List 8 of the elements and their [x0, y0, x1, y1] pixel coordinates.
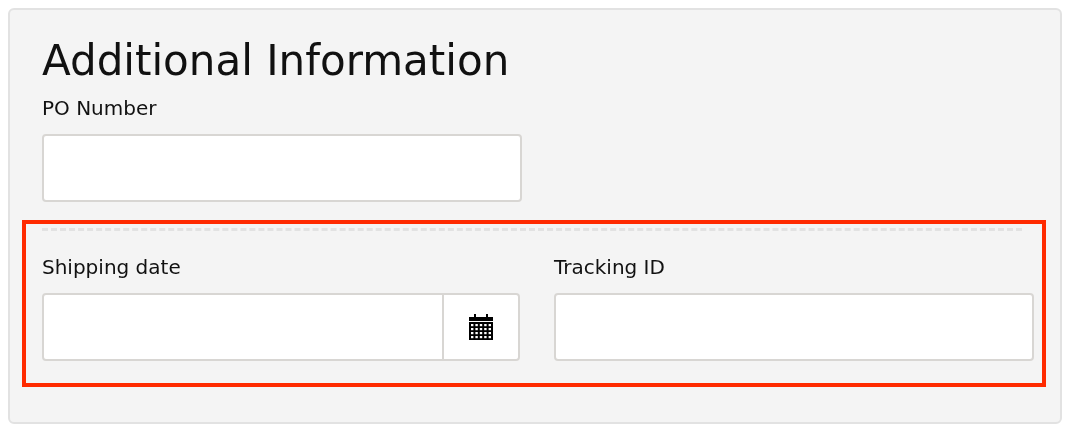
field-label: Shipping date	[42, 255, 181, 280]
field-label: PO Number	[42, 96, 157, 121]
date-field[interactable]	[42, 293, 520, 362]
form-title: Additional Information	[42, 36, 511, 87]
text-field[interactable]	[42, 134, 522, 203]
text-field[interactable]	[554, 293, 1034, 362]
calendar-icon	[469, 314, 493, 341]
field-label: Tracking ID	[554, 255, 665, 280]
